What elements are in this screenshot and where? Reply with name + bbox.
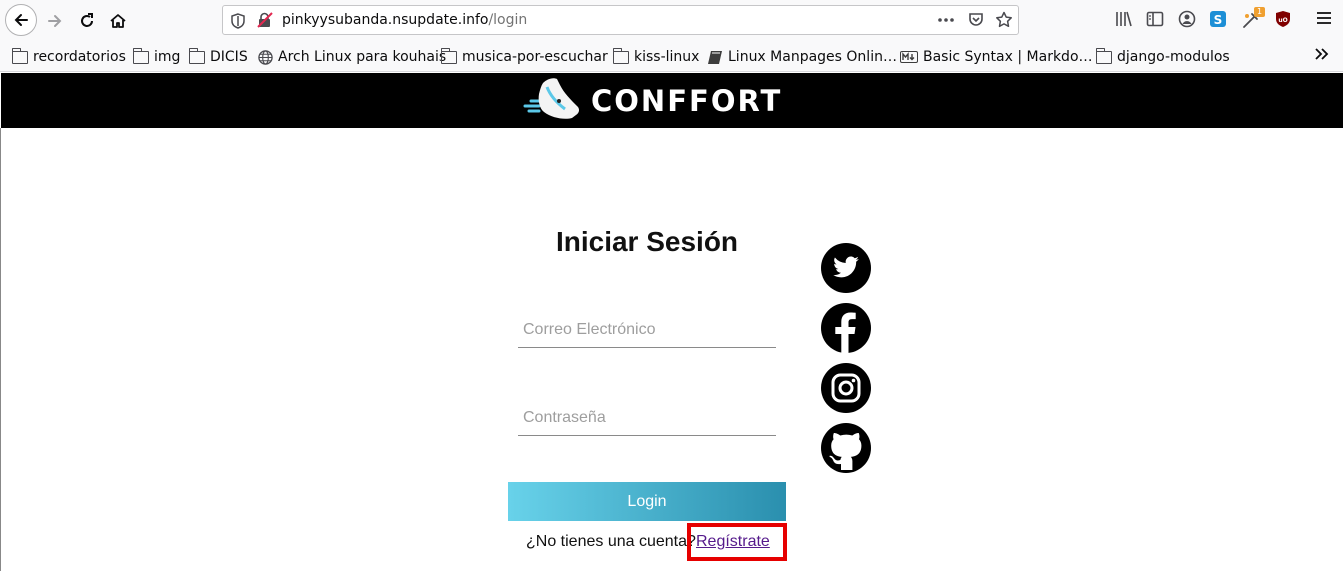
sneaker-logo-icon bbox=[523, 78, 580, 119]
globe-icon bbox=[258, 49, 273, 65]
page-edge bbox=[0, 128, 1, 571]
library-icon[interactable] bbox=[1115, 10, 1133, 28]
folder-icon bbox=[11, 47, 28, 64]
bookmark-recordatorios[interactable]: recordatorios bbox=[11, 47, 126, 67]
github-link[interactable] bbox=[821, 423, 871, 473]
folder-icon bbox=[1095, 47, 1112, 64]
signup-prompt: ¿No tienes una cuenta? bbox=[526, 533, 696, 550]
tracking-protection-icon[interactable] bbox=[231, 13, 245, 29]
forward-button[interactable] bbox=[40, 6, 70, 36]
svg-text:uO: uO bbox=[1278, 17, 1287, 24]
folder-icon bbox=[132, 47, 149, 64]
signup-link-highlight: Regístrate bbox=[687, 523, 787, 561]
email-field[interactable] bbox=[518, 312, 776, 348]
bookmark-label: img bbox=[154, 49, 181, 65]
url-text[interactable]: pinkyysubanda.nsupdate.info/login bbox=[282, 12, 527, 28]
site-header: CONFFORT bbox=[1, 73, 1343, 128]
sidebar-icon[interactable] bbox=[1146, 10, 1164, 28]
bookmark-kiss-linux[interactable]: kiss-linux bbox=[612, 47, 700, 67]
twitter-link[interactable] bbox=[821, 243, 871, 293]
browser-toolbar: pinkyysubanda.nsupdate.info/login S 1 uO bbox=[0, 0, 1343, 41]
github-icon bbox=[829, 433, 862, 470]
extension-with-badge[interactable]: 1 bbox=[1240, 7, 1266, 31]
home-button[interactable] bbox=[103, 6, 133, 36]
bookmark-markdown[interactable]: Basic Syntax | Markdo… bbox=[900, 47, 1093, 67]
back-button[interactable] bbox=[5, 4, 37, 36]
bookmark-musica[interactable]: musica-por-escuchar bbox=[440, 47, 608, 67]
login-button[interactable]: Login bbox=[508, 482, 786, 521]
reload-icon bbox=[81, 13, 93, 27]
bookmark-img[interactable]: img bbox=[132, 47, 181, 67]
page-actions-icon[interactable] bbox=[937, 12, 955, 28]
bookmark-label: recordatorios bbox=[33, 49, 126, 65]
bookmark-label: django-modulos bbox=[1117, 49, 1230, 65]
bookmark-arch-linux[interactable]: Arch Linux para kouhais bbox=[258, 47, 446, 67]
bookmark-django[interactable]: django-modulos bbox=[1095, 47, 1230, 67]
pocket-icon[interactable] bbox=[968, 12, 984, 28]
bookmarks-overflow-button[interactable] bbox=[1313, 46, 1329, 67]
bookmark-dicis[interactable]: DICIS bbox=[188, 47, 248, 67]
bookmark-label: musica-por-escuchar bbox=[462, 49, 608, 65]
svg-text:S: S bbox=[1214, 13, 1223, 27]
bookmark-label: Basic Syntax | Markdo… bbox=[923, 49, 1093, 65]
facebook-link[interactable] bbox=[821, 303, 871, 353]
bookmark-label: Linux Manpages Onlin… bbox=[728, 49, 897, 65]
bookmark-label: Arch Linux para kouhais bbox=[278, 49, 447, 65]
arrow-left-icon bbox=[14, 14, 28, 26]
markdown-icon bbox=[900, 51, 918, 63]
brand-logo[interactable]: CONFFORT bbox=[523, 73, 782, 128]
login-title: Iniciar Sesión bbox=[555, 226, 739, 257]
hamburger-menu-icon[interactable] bbox=[1316, 10, 1332, 26]
bookmark-manpages[interactable]: Linux Manpages Onlin… bbox=[707, 47, 897, 67]
folder-icon bbox=[440, 47, 457, 64]
s-extension-icon[interactable]: S bbox=[1209, 10, 1227, 28]
ublock-origin-icon[interactable]: uO bbox=[1274, 10, 1292, 28]
bookmark-label: kiss-linux bbox=[634, 49, 700, 65]
facebook-icon bbox=[835, 312, 856, 353]
home-icon bbox=[110, 14, 126, 28]
bookmark-label: DICIS bbox=[210, 49, 248, 65]
bookmarks-toolbar: recordatorios img DICIS Arch Linux para … bbox=[0, 41, 1343, 72]
insecure-lock-icon[interactable] bbox=[257, 12, 273, 28]
password-field[interactable] bbox=[518, 400, 776, 436]
book-icon bbox=[708, 50, 722, 64]
extension-badge: 1 bbox=[1254, 7, 1266, 17]
account-icon[interactable] bbox=[1178, 10, 1196, 28]
arrow-right-icon bbox=[48, 15, 62, 27]
instagram-icon bbox=[831, 373, 861, 403]
bookmark-star-icon[interactable] bbox=[995, 11, 1013, 29]
chevron-double-right-icon bbox=[1315, 48, 1329, 60]
url-bar[interactable]: pinkyysubanda.nsupdate.info/login bbox=[222, 5, 1019, 35]
folder-icon bbox=[188, 47, 205, 64]
signup-link[interactable]: Regístrate bbox=[696, 533, 770, 551]
brand-name: CONFFORT bbox=[591, 83, 783, 118]
reload-button[interactable] bbox=[72, 6, 102, 36]
instagram-link[interactable] bbox=[821, 363, 871, 413]
folder-icon bbox=[612, 47, 629, 64]
twitter-icon bbox=[833, 256, 859, 278]
